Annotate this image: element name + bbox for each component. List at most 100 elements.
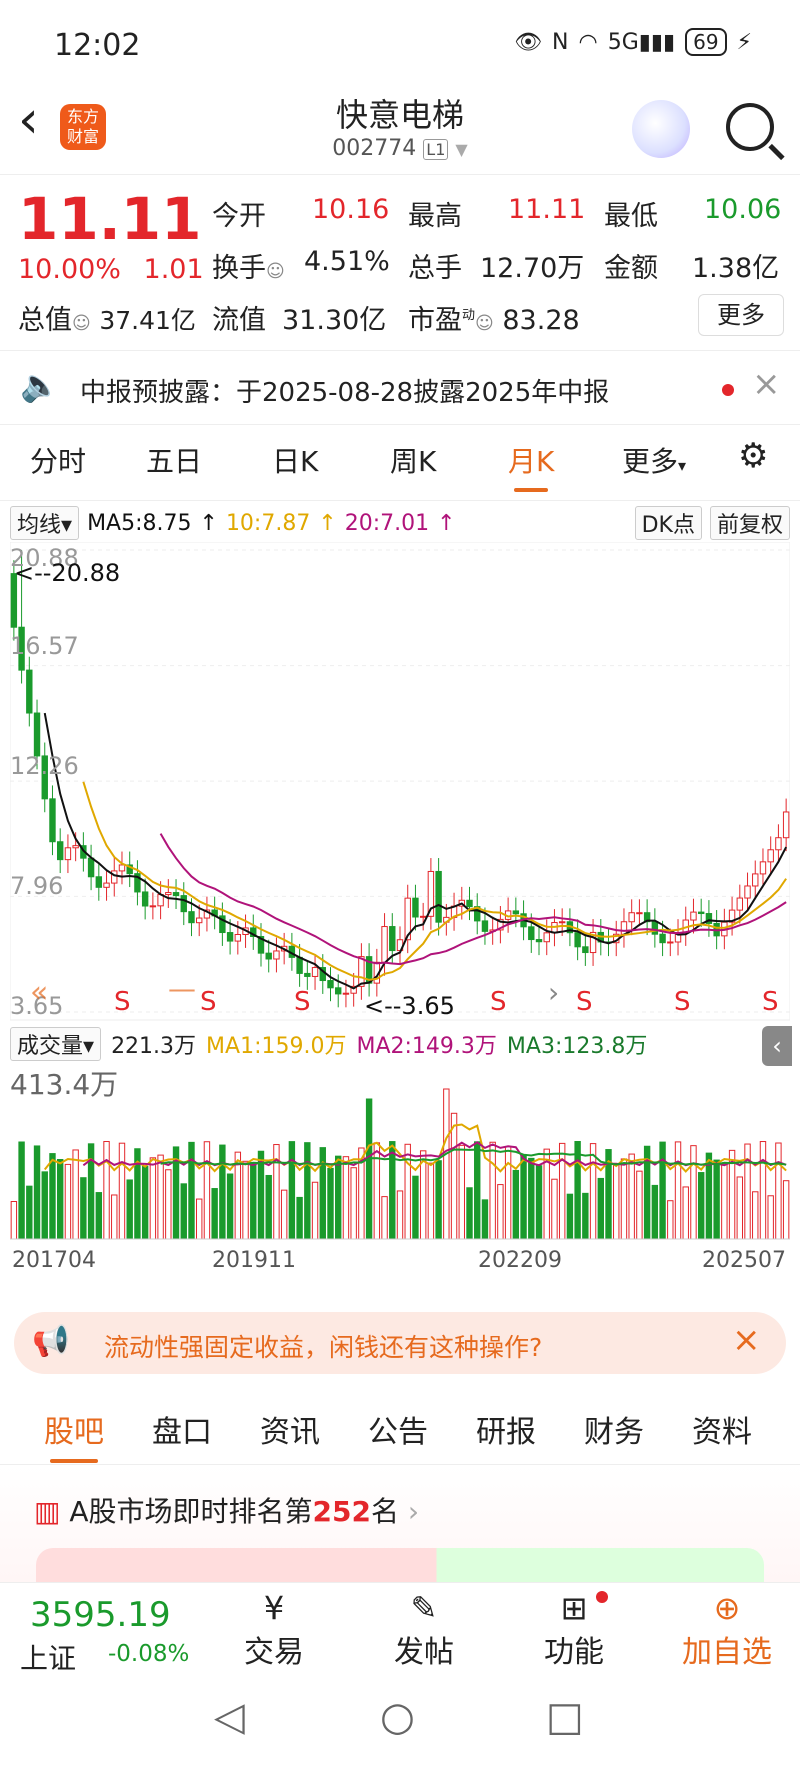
volume-bar bbox=[528, 1157, 535, 1240]
candle-body bbox=[327, 980, 334, 989]
gear-icon[interactable]: ⚙ bbox=[738, 436, 768, 476]
volume-bar bbox=[450, 1112, 458, 1240]
date-label-2: 201911 bbox=[212, 1248, 296, 1273]
eye-icon: 👁 bbox=[514, 29, 543, 55]
volume-bar bbox=[659, 1141, 666, 1240]
volume-bar bbox=[396, 1190, 404, 1240]
candle-body bbox=[95, 876, 103, 888]
rise-fall-ratio-bar bbox=[36, 1548, 764, 1582]
volume-bar bbox=[412, 1175, 419, 1240]
candle-body bbox=[659, 933, 666, 944]
trade-button[interactable]: ¥ 交易 bbox=[234, 1589, 314, 1671]
volume-bar bbox=[767, 1195, 774, 1240]
candle-body bbox=[196, 917, 203, 924]
sell-signal: S bbox=[762, 987, 779, 1017]
tab-guba[interactable]: 股吧 bbox=[44, 1407, 104, 1463]
nav-back-icon[interactable]: ◁ bbox=[214, 1694, 245, 1740]
more-button[interactable]: 更多 bbox=[698, 294, 784, 336]
chevron-down-icon: ▼ bbox=[455, 140, 468, 159]
functions-button[interactable]: ⊞ 功能 bbox=[534, 1589, 614, 1671]
volume-bar bbox=[64, 1163, 72, 1240]
close-icon[interactable]: × bbox=[752, 364, 781, 404]
tab-daily-k[interactable]: 日K bbox=[272, 440, 318, 480]
rank-row[interactable]: ▥ A股市场即时排名第252名 › bbox=[34, 1490, 419, 1530]
volume-bar bbox=[759, 1141, 767, 1240]
tab-5day[interactable]: 五日 bbox=[146, 440, 202, 480]
candle-body bbox=[358, 956, 365, 987]
nav-home-icon[interactable]: ○ bbox=[380, 1694, 415, 1740]
tab-news[interactable]: 资讯 bbox=[260, 1407, 320, 1451]
candle-body bbox=[528, 926, 535, 941]
system-nav-bar: ◁ ○ □ bbox=[0, 1682, 800, 1765]
volume-bar bbox=[589, 1143, 597, 1240]
adjust-button[interactable]: 前复权 bbox=[709, 506, 790, 540]
dk-point-button[interactable]: DK点 bbox=[634, 506, 702, 540]
pe-label[interactable]: 市盈动☺ 83.28 bbox=[408, 298, 580, 337]
zoom-out-icon[interactable]: — bbox=[168, 972, 196, 1005]
assistant-robot-icon[interactable] bbox=[632, 100, 690, 158]
volume-selector[interactable]: 成交量▾ bbox=[10, 1027, 102, 1061]
candle-body bbox=[103, 882, 110, 888]
volume-bar bbox=[280, 1189, 288, 1240]
mktcap-value: 37.41亿 bbox=[99, 306, 196, 335]
status-icons: 👁 N ◠ 5G▮▮▮ 69 ⚡ bbox=[514, 28, 752, 56]
candle-body bbox=[111, 870, 118, 884]
post-button[interactable]: ✎ 发帖 bbox=[384, 1589, 464, 1671]
tab-pankou[interactable]: 盘口 bbox=[152, 1407, 212, 1451]
volume-bar bbox=[95, 1192, 103, 1240]
y-label-3: 12.26 bbox=[10, 752, 79, 780]
functions-label: 功能 bbox=[544, 1635, 604, 1670]
close-icon[interactable]: × bbox=[732, 1320, 761, 1360]
period-tabs: 分时 五日 日K 周K 月K 更多▾ ⚙ bbox=[0, 436, 800, 500]
tab-weekly-k[interactable]: 周K bbox=[390, 440, 436, 480]
tab-monthly-k[interactable]: 月K bbox=[508, 440, 554, 492]
promo-banner[interactable]: 📢 流动性强固定收益，闲钱还有这种操作? × bbox=[14, 1312, 786, 1374]
volume-bar bbox=[512, 1169, 520, 1240]
volume-bar bbox=[443, 1088, 450, 1240]
pe-label-text: 市盈 bbox=[408, 305, 462, 336]
clock: 12:02 bbox=[54, 28, 141, 63]
volume-bar bbox=[327, 1167, 334, 1240]
info-icon: ☺ bbox=[72, 313, 91, 334]
volume-chart[interactable]: 413.4万 bbox=[10, 1064, 790, 1240]
tab-announcements[interactable]: 公告 bbox=[368, 1407, 428, 1451]
tab-finance[interactable]: 财务 bbox=[584, 1407, 644, 1451]
tab-research[interactable]: 研报 bbox=[476, 1407, 536, 1451]
tab-more[interactable]: 更多▾ bbox=[622, 440, 686, 480]
volume-bar bbox=[141, 1165, 149, 1240]
index-value[interactable]: 3595.19 bbox=[30, 1595, 171, 1635]
change-amount: 1.01 bbox=[143, 254, 204, 285]
scroll-right-icon[interactable]: › bbox=[548, 976, 559, 1009]
nav-recents-icon[interactable]: □ bbox=[546, 1694, 584, 1740]
open-label: 今开 bbox=[212, 201, 266, 232]
date-label-4: 202507 bbox=[702, 1248, 786, 1273]
volume-bar bbox=[558, 1142, 566, 1240]
volume-bar bbox=[250, 1162, 257, 1240]
collapse-panel-icon[interactable]: ‹ bbox=[762, 1026, 792, 1066]
mktcap-label[interactable]: 总值☺ 37.41亿 bbox=[18, 298, 196, 337]
volume-bar bbox=[535, 1165, 543, 1240]
volume-bar bbox=[219, 1144, 226, 1240]
promo-text: 流动性强固定收益，闲钱还有这种操作? bbox=[104, 1333, 543, 1362]
tab-intraday[interactable]: 分时 bbox=[30, 440, 86, 480]
candle-body bbox=[620, 921, 628, 935]
notice-bar[interactable]: 🔈 中报预披露：于2025-08-28披露2025年中报 × bbox=[0, 352, 800, 422]
tab-profile[interactable]: 资料 bbox=[692, 1407, 752, 1451]
volume-bar bbox=[667, 1200, 674, 1240]
divider bbox=[0, 350, 800, 351]
price-change: 10.00% 1.01 bbox=[18, 254, 204, 285]
volume-bar bbox=[497, 1184, 504, 1240]
min-marker: <--3.65 bbox=[364, 992, 455, 1020]
turnover-label[interactable]: 换手☺ bbox=[212, 246, 285, 285]
candle-body bbox=[466, 899, 473, 908]
volume-bar bbox=[311, 1181, 319, 1240]
kline-chart[interactable]: 20.88 16.57 12.26 7.96 3.65 <--20.88 <--… bbox=[10, 542, 790, 1022]
search-icon[interactable] bbox=[726, 103, 774, 151]
megaphone-icon: 📢 bbox=[32, 1324, 70, 1359]
scroll-left-icon[interactable]: « bbox=[30, 975, 48, 1010]
add-watchlist-button[interactable]: ⊕ 加自选 bbox=[672, 1589, 782, 1671]
volume-bar bbox=[775, 1142, 782, 1240]
ma-selector[interactable]: 均线▾ bbox=[10, 506, 80, 540]
amount-value: 1.38亿 bbox=[692, 253, 780, 284]
ma5-value: MA5:8.75 bbox=[87, 510, 192, 536]
